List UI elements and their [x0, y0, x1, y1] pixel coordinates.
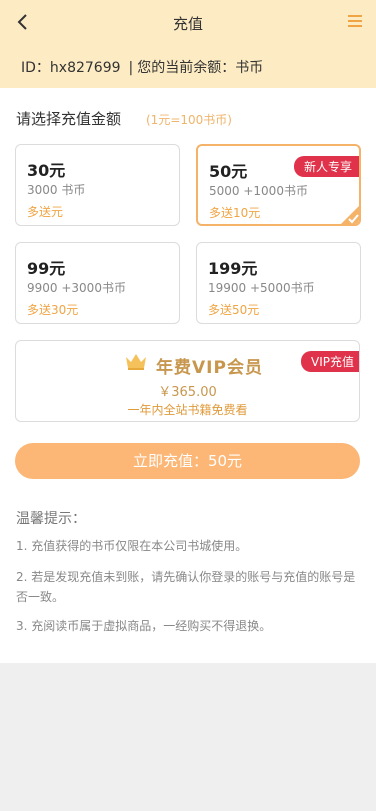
recharge-panel: 请选择充值金额 (1元=100书币) 30元 3000 书币 多送元 50元 5… [0, 88, 376, 663]
option-coins: 19900 +5000书币 [208, 281, 315, 295]
hamburger-menu-icon[interactable] [348, 15, 362, 29]
option-amount: 199元 [208, 259, 258, 278]
tips-title: 温馨提示： [16, 511, 86, 527]
separator: | [128, 60, 134, 76]
option-bonus: 多送10元 [209, 206, 261, 220]
user-id: hx827699 [49, 60, 121, 76]
tip-item: 1. 充值获得的书币仅限在本公司书城使用。 [16, 539, 248, 553]
recharge-option-199[interactable]: 199元 19900 +5000书币 多送50元 [196, 242, 361, 324]
id-label: ID： [21, 60, 50, 76]
balance-label: 您的当前余额： [137, 60, 236, 76]
vip-membership-card[interactable]: 年费VIP会员 ￥365.00 一年内全站书籍免费看 VIP充值 [15, 340, 360, 422]
vip-badge: VIP充值 [301, 351, 359, 372]
rate-hint: (1元=100书币) [146, 113, 232, 127]
option-bonus: 多送30元 [27, 303, 79, 317]
recharge-option-50[interactable]: 50元 5000 +1000书币 多送10元 新人专享 [196, 144, 361, 226]
option-amount: 50元 [209, 162, 248, 181]
tip-item: 3. 充阅读币属于虚拟商品，一经购买不得退换。 [16, 619, 272, 633]
recharge-option-30[interactable]: 30元 3000 书币 多送元 [15, 144, 180, 226]
page-title: 充值 [172, 15, 203, 33]
option-coins: 3000 书币 [27, 183, 86, 197]
vip-title: 年费VIP会员 [156, 358, 263, 378]
option-coins: 9900 +3000书币 [27, 281, 126, 295]
tip-item: 2. 若是发现充值未到账，请先确认你登录的账号与充值的账号是否一致。 [16, 570, 356, 604]
recharge-option-99[interactable]: 99元 9900 +3000书币 多送30元 [15, 242, 180, 324]
account-info: ID：hx827699 | 您的当前余额：书币 [21, 57, 263, 77]
option-amount: 30元 [27, 161, 66, 180]
section-title: 请选择充值金额 [16, 110, 122, 128]
option-amount: 99元 [27, 259, 66, 278]
balance-value: 书币 [235, 60, 264, 76]
vip-price: ￥365.00 [158, 385, 217, 400]
new-user-badge: 新人专享 [293, 156, 359, 177]
option-coins: 5000 +1000书币 [209, 184, 308, 198]
option-bonus: 多送50元 [208, 303, 260, 317]
top-bar: 充值 [0, 0, 376, 44]
vip-description: 一年内全站书籍免费看 [127, 403, 248, 417]
checkmark-icon [341, 206, 359, 224]
crown-icon [126, 354, 146, 370]
recharge-now-button[interactable]: 立即充值：50元 [15, 443, 360, 479]
page-header: 充值 ID：hx827699 | 您的当前余额：书币 [0, 0, 376, 88]
option-bonus: 多送元 [27, 205, 64, 219]
